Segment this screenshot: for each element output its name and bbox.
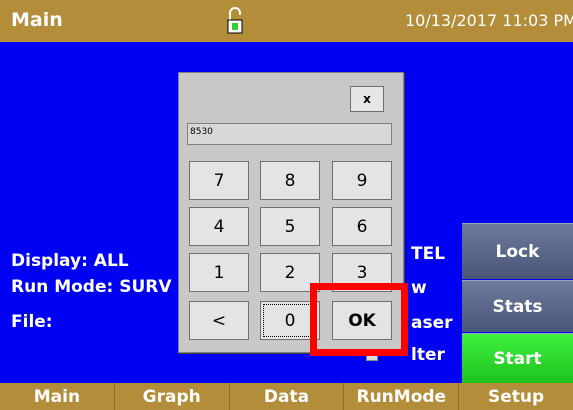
backspace-key[interactable]: <: [189, 301, 249, 340]
title-bar: Main 10/13/2017 11:03 PM: [0, 0, 573, 42]
date-time: 10/13/2017 11:03 PM: [405, 11, 573, 30]
key-6[interactable]: 6: [332, 207, 392, 246]
start-button[interactable]: Start: [462, 333, 573, 383]
run-mode-label: Run Mode: SURV: [11, 277, 172, 297]
close-button[interactable]: x: [350, 86, 384, 112]
partial-tel-label: TEL: [411, 244, 446, 264]
unlocked-padlock-icon: [227, 7, 243, 34]
window-title: Main: [11, 9, 63, 31]
key-1[interactable]: 1: [189, 253, 249, 292]
tab-graph[interactable]: Graph: [115, 383, 230, 410]
file-label: File:: [11, 312, 53, 332]
display-label: Display: ALL: [11, 251, 129, 271]
key-7[interactable]: 7: [189, 161, 249, 200]
tab-main[interactable]: Main: [0, 383, 115, 410]
key-9[interactable]: 9: [332, 161, 392, 200]
partial-lter-label: lter: [411, 345, 445, 365]
key-4[interactable]: 4: [189, 207, 249, 246]
tab-runmode[interactable]: RunMode: [344, 383, 460, 410]
partial-w-label: w: [411, 278, 427, 298]
partial-aser-label: aser: [411, 313, 453, 333]
key-8[interactable]: 8: [260, 161, 320, 200]
lock-button[interactable]: Lock: [462, 223, 573, 279]
tab-setup[interactable]: Setup: [459, 383, 573, 410]
stats-button[interactable]: Stats: [462, 280, 573, 332]
key-5[interactable]: 5: [260, 207, 320, 246]
tab-data[interactable]: Data: [230, 383, 345, 410]
tab-bar: Main Graph Data RunMode Setup: [0, 383, 573, 410]
keypad-entry-field[interactable]: 8530: [187, 123, 392, 145]
ok-highlight-box: [310, 283, 408, 356]
